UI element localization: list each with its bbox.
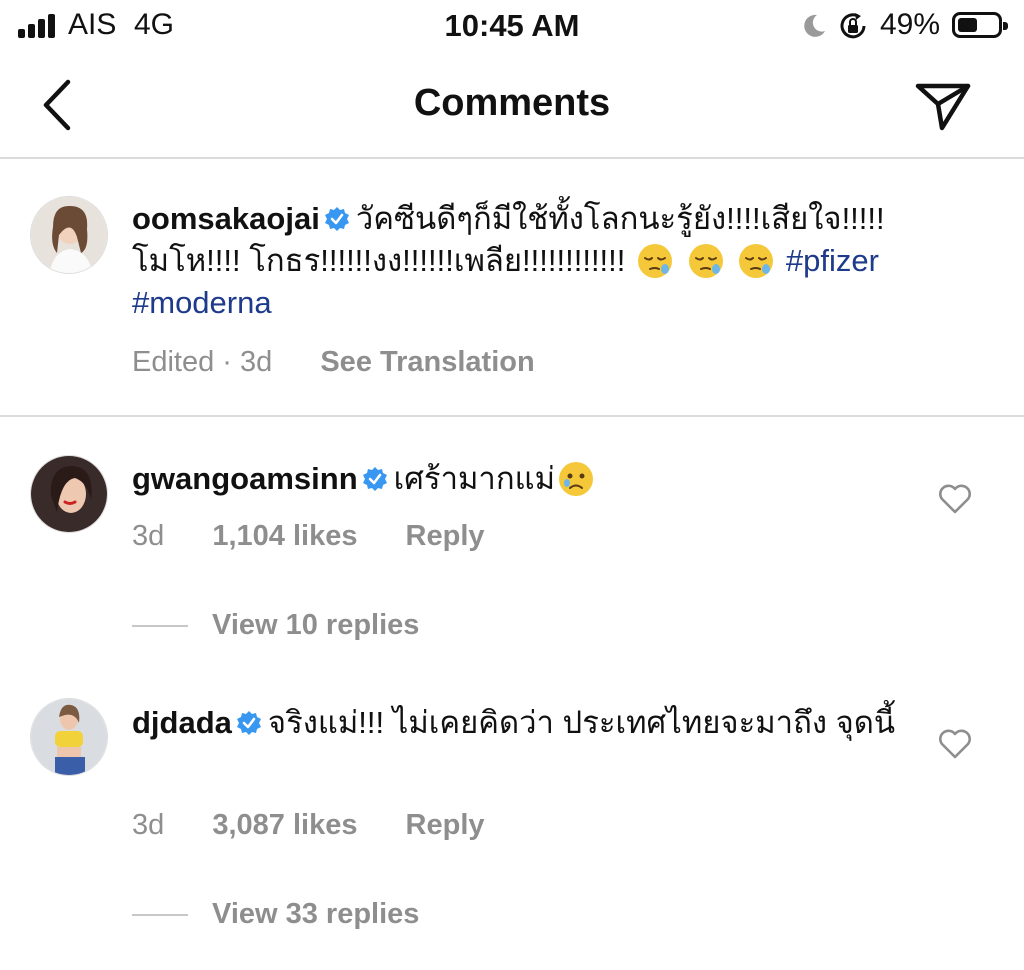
view-replies-label: View 33 replies [212, 898, 420, 930]
see-translation-button[interactable]: See Translation [320, 346, 534, 378]
comment-meta: 3d 3,087 likes Reply [132, 809, 525, 842]
like-heart-icon[interactable] [938, 483, 972, 515]
comment-meta: 3d 1,104 likes Reply [132, 520, 525, 553]
avatar-gwangoamsinn[interactable] [30, 455, 108, 533]
sleepy-face-emoji-icon [739, 244, 774, 278]
view-replies-button[interactable]: View 33 replies [132, 898, 419, 931]
comment-time: 3d [132, 809, 165, 841]
avatar-photo [31, 197, 107, 273]
caption-text-block: oomsakaojai วัคซีนดีๆก็มีใช้ทั้งโลกนะรู้ย… [132, 198, 992, 324]
header-divider [0, 157, 1024, 159]
battery-icon [952, 12, 1008, 38]
avatar-photo [31, 456, 107, 532]
battery-fill [958, 18, 977, 32]
reply-button[interactable]: Reply [406, 809, 485, 841]
comment-username[interactable]: djdada [132, 705, 232, 740]
replies-rule [132, 914, 188, 917]
view-replies-button[interactable]: View 10 replies [132, 609, 419, 642]
nav-header: Comments [0, 54, 1024, 158]
sleepy-face-emoji-icon [688, 244, 723, 278]
avatar-oomsakaojai[interactable] [30, 196, 108, 274]
avatar-photo [31, 699, 107, 775]
sleepy-face-emoji-icon [638, 244, 673, 278]
crying-face-emoji-icon [559, 462, 593, 496]
comment-text-block: gwangoamsinn เศร้ามากแม่ [132, 458, 912, 500]
status-time: 10:45 AM [444, 8, 580, 43]
verified-badge-icon [324, 207, 349, 231]
comment-likes[interactable]: 1,104 likes [212, 520, 357, 552]
hashtag-link[interactable]: #pfizer [786, 243, 879, 278]
verified-badge-icon [236, 711, 261, 735]
reply-button[interactable]: Reply [406, 520, 485, 552]
verified-badge-icon [362, 467, 387, 491]
caption-meta: Edited · 3d See Translation [132, 346, 575, 379]
comment-body: เศร้ามากแม่ [393, 461, 555, 496]
comment-username[interactable]: gwangoamsinn [132, 461, 358, 496]
like-heart-icon[interactable] [938, 728, 972, 760]
battery-percent: 49% [880, 8, 941, 41]
caption-time: 3d [240, 346, 273, 378]
comment-text-block: djdada จริงแม่!!! ไม่เคยคิดว่า ประเทศไทยจ… [132, 702, 912, 744]
comment-body: จริงแม่!!! ไม่เคยคิดว่า ประเทศไทยจะมาถึง… [267, 705, 896, 740]
comment-time: 3d [132, 520, 165, 552]
view-replies-label: View 10 replies [212, 609, 420, 641]
hashtag-link[interactable]: #moderna [132, 285, 272, 320]
edited-label: Edited [132, 346, 215, 378]
orientation-lock-icon [840, 13, 866, 39]
send-paper-plane-icon[interactable] [912, 76, 974, 136]
comment-likes[interactable]: 3,087 likes [212, 809, 357, 841]
caption-divider [0, 415, 1024, 417]
battery-nub [1003, 22, 1008, 30]
caption-username[interactable]: oomsakaojai [132, 201, 320, 236]
page-title: Comments [413, 82, 611, 124]
do-not-disturb-moon-icon [804, 14, 825, 37]
meta-separator: · [214, 346, 241, 378]
avatar-djdada[interactable] [30, 698, 108, 776]
replies-rule [132, 625, 188, 628]
status-bar: AIS 4G 10:45 AM 49% [0, 0, 1024, 54]
